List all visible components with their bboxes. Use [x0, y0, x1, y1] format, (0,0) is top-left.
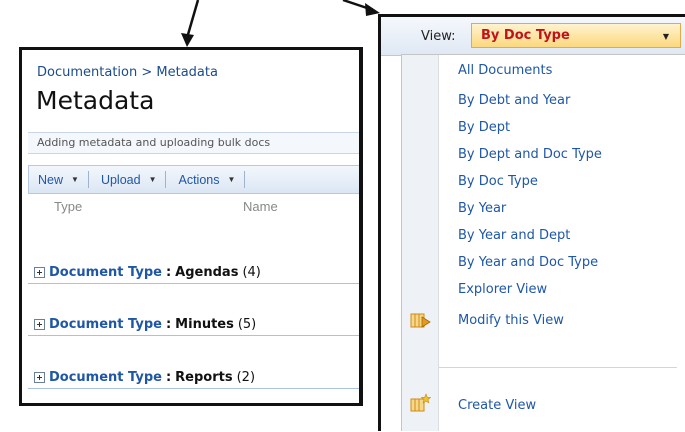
view-selector-panel: View: By Doc Type ▼ All Documents By Deb… [378, 14, 685, 431]
group-separator: : [165, 370, 172, 385]
arrow-to-right-panel [342, 0, 371, 11]
menu-item-by-dept[interactable]: By Dept [439, 116, 685, 140]
menu-item-explorer-view[interactable]: Explorer View [439, 278, 685, 302]
arrow-to-left-panel [185, 0, 200, 39]
expand-plus-icon[interactable] [34, 267, 45, 278]
new-menu-button[interactable]: New ▼ [29, 166, 85, 193]
menu-icon-gutter [402, 55, 439, 431]
menu-item-by-year-and-dept[interactable]: By Year and Dept [439, 224, 685, 248]
actions-menu-label: Actions [178, 172, 220, 187]
group-field-label: Document Type [49, 265, 162, 280]
column-headers: Type Name [28, 193, 359, 217]
upload-menu-label: Upload [100, 172, 141, 187]
menu-item-by-doc-type[interactable]: By Doc Type [439, 170, 685, 194]
menu-item-by-debt-and-year[interactable]: By Debt and Year [439, 89, 685, 113]
create-view-icon [410, 393, 431, 412]
chevron-down-icon: ▼ [71, 175, 79, 184]
view-dropdown[interactable]: By Doc Type ▼ [471, 23, 681, 48]
menu-item-by-year-and-doc-type[interactable]: By Year and Doc Type [439, 251, 685, 275]
chevron-down-icon: ▼ [148, 175, 157, 184]
menu-item-by-dept-and-doc-type[interactable]: By Dept and Doc Type [439, 143, 685, 167]
column-header-name[interactable]: Name [243, 199, 278, 214]
view-dropdown-menu: All Documents By Debt and Year By Dept B… [401, 54, 685, 431]
view-bar: View: By Doc Type ▼ [381, 17, 685, 56]
view-label: View: [421, 29, 456, 44]
group-field-label: Document Type [49, 317, 162, 332]
group-count: (2) [236, 370, 256, 385]
menu-divider [439, 367, 677, 368]
menu-item-create-view[interactable]: Create View [439, 394, 685, 418]
actions-menu-button[interactable]: Actions ▼ [169, 166, 241, 193]
group-separator: : [165, 265, 172, 280]
chevron-down-icon: ▼ [227, 175, 236, 184]
group-count: (5) [237, 317, 257, 332]
page-title: Metadata [36, 86, 155, 115]
selected-view: By Doc Type [481, 28, 570, 43]
toolbar-divider [244, 171, 246, 188]
group-value: Reports [175, 370, 233, 385]
group-count: (4) [242, 265, 261, 280]
chevron-down-icon: ▼ [662, 32, 669, 41]
menu-item-by-year[interactable]: By Year [439, 197, 685, 221]
menu-item-modify-this-view[interactable]: Modify this View [439, 309, 685, 333]
breadcrumb-current: Metadata [156, 65, 218, 80]
toolbar-divider [165, 171, 167, 188]
breadcrumb: Documentation > Metadata [37, 65, 218, 80]
new-menu-label: New [38, 172, 64, 187]
modify-view-icon [410, 313, 431, 328]
toolbar-divider [87, 171, 89, 188]
breadcrumb-separator: > [141, 65, 153, 80]
group-value: Agendas [175, 265, 239, 280]
breadcrumb-parent-link[interactable]: Documentation [37, 65, 137, 80]
upload-menu-button[interactable]: Upload ▼ [92, 166, 163, 193]
group-header-row[interactable]: Document Type : Agendas (4) [28, 262, 359, 284]
page-description: Adding metadata and uploading bulk docs [28, 132, 359, 154]
menu-item-all-documents[interactable]: All Documents [439, 59, 685, 83]
list-toolbar: New ▼ Upload ▼ Actions ▼ [28, 165, 359, 194]
group-field-label: Document Type [49, 370, 162, 385]
arrow-head-left [181, 33, 194, 47]
group-header-row[interactable]: Document Type : Minutes (5) [28, 314, 359, 336]
expand-plus-icon[interactable] [34, 372, 45, 383]
group-separator: : [165, 317, 172, 332]
expand-plus-icon[interactable] [34, 319, 45, 330]
group-header-row[interactable]: Document Type : Reports (2) [28, 367, 359, 389]
column-header-type[interactable]: Type [54, 199, 82, 214]
group-value: Minutes [175, 317, 234, 332]
library-panel: Documentation > Metadata Metadata Adding… [19, 47, 363, 406]
